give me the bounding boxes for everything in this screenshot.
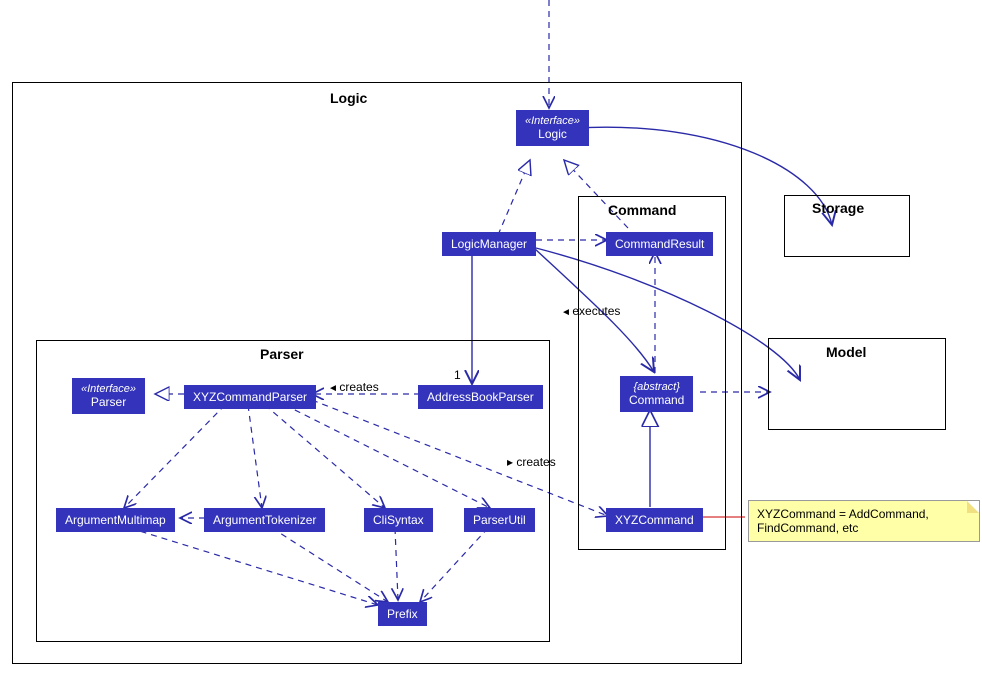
package-command-label: Command: [608, 202, 676, 218]
note-xyz-command: XYZCommand = AddCommand, FindCommand, et…: [748, 500, 980, 542]
package-parser-label: Parser: [260, 346, 304, 362]
label-executes: ▸ executes: [563, 304, 620, 318]
interface-parser-name: Parser: [91, 395, 126, 409]
class-address-book-parser: AddressBookParser: [418, 385, 543, 409]
abstract-command-name: Command: [629, 393, 684, 407]
class-logic-manager: LogicManager: [442, 232, 536, 256]
class-parser-util: ParserUtil: [464, 508, 535, 532]
class-xyz-command-parser: XYZCommandParser: [184, 385, 316, 409]
class-command-result: CommandResult: [606, 232, 713, 256]
package-logic-label: Logic: [330, 90, 367, 106]
class-cli-syntax: CliSyntax: [364, 508, 433, 532]
note-text: XYZCommand = AddCommand, FindCommand, et…: [757, 507, 929, 535]
class-prefix: Prefix: [378, 602, 427, 626]
label-creates-1: ▸ creates: [330, 380, 379, 394]
package-storage-label: Storage: [812, 200, 864, 216]
interface-parser: «Interface» Parser: [72, 378, 145, 414]
label-creates-2: ▸ creates: [507, 455, 556, 469]
package-model-label: Model: [826, 344, 866, 360]
class-abstract-command: {abstract} Command: [620, 376, 693, 412]
interface-logic-name: Logic: [538, 127, 567, 141]
class-xyz-command: XYZCommand: [606, 508, 703, 532]
class-argument-multimap: ArgumentMultimap: [56, 508, 175, 532]
label-mult-1: 1: [454, 368, 461, 382]
interface-parser-stereo: «Interface»: [81, 383, 136, 395]
abstract-command-stereo: {abstract}: [629, 381, 684, 393]
class-argument-tokenizer: ArgumentTokenizer: [204, 508, 325, 532]
interface-logic-stereo: «Interface»: [525, 115, 580, 127]
interface-logic: «Interface» Logic: [516, 110, 589, 146]
